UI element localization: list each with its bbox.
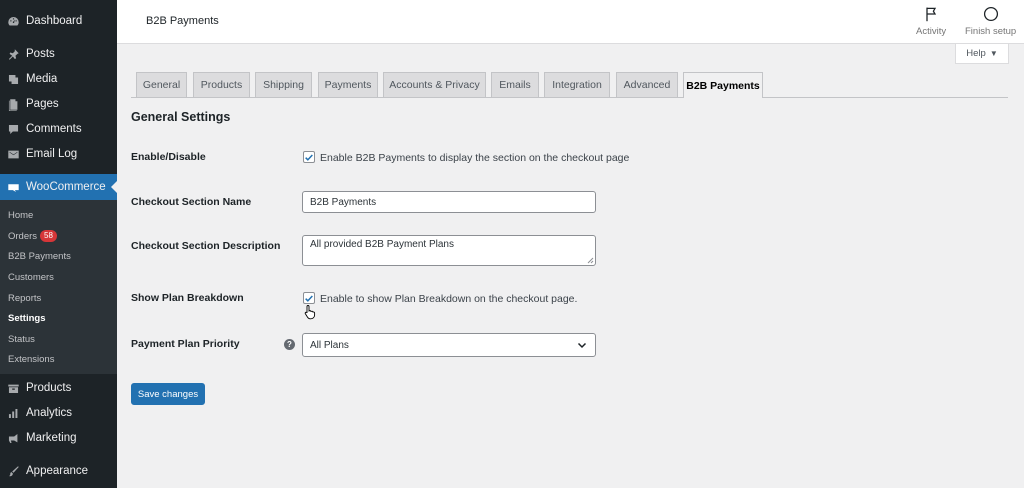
show-plan-breakdown-checkbox-label[interactable]: Enable to show Plan Breakdown on the che… [320,293,577,305]
payment-plan-priority-label: Payment Plan Priority [131,338,240,350]
checkmark-icon [305,294,313,302]
woocommerce-submenu: Home Orders 58 B2B Payments Customers Rep… [0,200,117,374]
tab-b2b-payments[interactable]: B2B Payments [683,72,763,98]
submenu-label: Extensions [8,353,55,365]
section-title: General Settings [131,110,231,124]
sidebar-item-label: Pages [26,98,59,110]
sidebar-item-posts[interactable]: Posts [0,42,117,66]
help-label: Help [966,48,986,59]
products-icon [6,381,20,395]
comment-icon [6,122,20,136]
checkout-section-name-input[interactable]: B2B Payments [302,191,596,213]
submenu-item-customers[interactable]: Customers [8,269,54,285]
enable-b2b-checkbox-label[interactable]: Enable B2B Payments to display the secti… [320,152,629,164]
megaphone-icon [6,431,20,445]
dashboard-icon [6,14,20,28]
sidebar-item-label: Dashboard [26,15,83,27]
tab-integration[interactable]: Integration [544,72,610,97]
tab-accounts-privacy[interactable]: Accounts & Privacy [383,72,486,97]
finish-setup-button[interactable]: Finish setup [965,6,1016,37]
help-tab-button[interactable]: Help ▼ [955,44,1009,64]
sidebar-item-label: Posts [26,48,55,60]
textarea-value: All provided B2B Payment Plans [310,239,454,250]
sidebar-item-label: WooCommerce [26,181,106,193]
submenu-label: Settings [8,312,46,324]
save-changes-button[interactable]: Save changes [131,383,205,405]
submenu-item-reports[interactable]: Reports [8,290,41,306]
tab-shipping[interactable]: Shipping [255,72,312,97]
submenu-label: Home [8,209,34,221]
tab-advanced[interactable]: Advanced [616,72,678,97]
sidebar-item-label: Appearance [26,465,89,477]
submenu-label: Customers [8,271,54,283]
pages-icon [6,97,20,111]
submenu-item-extensions[interactable]: Extensions [8,351,54,367]
checkout-section-description-textarea[interactable]: All provided B2B Payment Plans [302,235,596,266]
sidebar-item-analytics[interactable]: Analytics [0,401,117,425]
sidebar-item-appearance[interactable]: Appearance [0,459,117,483]
sidebar-item-label: Products [26,382,72,394]
enable-b2b-checkbox[interactable] [303,151,315,163]
sidebar-item-products[interactable]: Products [0,376,117,400]
tabs-divider [131,97,1008,98]
progress-circle-icon [983,6,998,22]
enable-disable-label: Enable/Disable [131,151,206,163]
submenu-item-home[interactable]: Home [8,207,33,223]
sidebar-item-pages[interactable]: Pages [0,92,117,116]
checkmark-icon [305,153,313,161]
caret-down-icon: ▼ [989,49,998,58]
resize-handle-icon[interactable] [587,257,594,264]
select-value: All Plans [310,339,349,351]
chevron-down-icon [577,342,587,349]
hand-pointer-cursor-icon [304,305,316,320]
sidebar-item-label: Analytics [26,407,73,419]
sidebar-item-label: Email Log [26,148,78,160]
sidebar-item-email-log[interactable]: Email Log [0,142,117,166]
sidebar-item-label: Media [26,73,58,85]
brush-icon [6,464,20,478]
sidebar-item-label: Comments [26,123,82,135]
sidebar-item-comments[interactable]: Comments [0,117,117,141]
pin-icon [6,47,20,61]
payment-plan-priority-select[interactable]: All Plans [302,333,596,357]
page-header: B2B Payments Activity Finish setup [117,0,1024,44]
email-icon [6,147,20,161]
submenu-item-status[interactable]: Status [8,331,35,347]
tab-general[interactable]: General [136,72,187,97]
finish-setup-label: Finish setup [965,26,1017,37]
show-plan-breakdown-label: Show Plan Breakdown [131,292,244,304]
activity-label: Activity [916,26,947,37]
submenu-item-settings[interactable]: Settings [8,310,45,326]
woo-icon [6,180,20,194]
checkout-section-description-label: Checkout Section Description [131,240,281,252]
media-icon [6,72,20,86]
show-plan-breakdown-checkbox[interactable] [303,292,315,304]
admin-sidebar: Dashboard Posts Media Pages Comments Ema… [0,0,117,488]
tab-products[interactable]: Products [193,72,250,97]
flag-icon [926,7,937,22]
activity-button[interactable]: Activity [916,6,946,37]
tab-emails[interactable]: Emails [491,72,539,97]
page-title: B2B Payments [146,15,219,27]
analytics-icon [6,406,20,420]
sidebar-item-woocommerce[interactable]: WooCommerce [0,174,117,200]
submenu-label: Orders [8,230,38,242]
sidebar-item-media[interactable]: Media [0,67,117,91]
orders-count-badge: 58 [40,230,57,242]
submenu-label: Status [8,333,35,345]
submenu-label: B2B Payments [8,250,71,262]
sidebar-item-dashboard[interactable]: Dashboard [0,9,117,33]
sidebar-item-marketing[interactable]: Marketing [0,426,117,450]
submenu-label: Reports [8,292,42,304]
submenu-item-orders[interactable]: Orders 58 [8,228,57,244]
submenu-item-b2b-payments[interactable]: B2B Payments [8,248,71,264]
help-tooltip-icon[interactable]: ? [284,339,295,350]
tab-payments[interactable]: Payments [318,72,378,97]
checkout-section-name-label: Checkout Section Name [131,196,252,208]
sidebar-item-label: Marketing [26,432,77,444]
